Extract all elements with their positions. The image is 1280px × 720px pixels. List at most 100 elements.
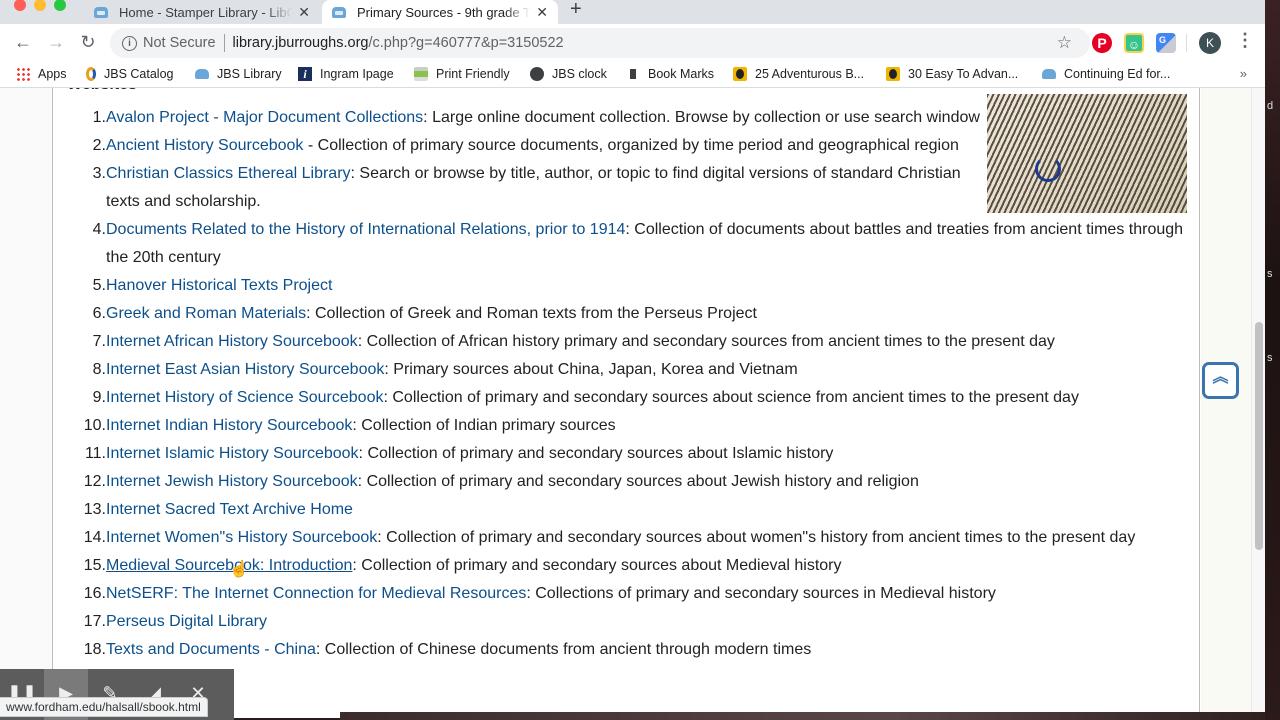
- resource-item: 10. Internet Indian History Sourcebook: C…: [84, 412, 1196, 440]
- tab-title: Home - Stamper Library - LibGuides: [119, 4, 293, 20]
- item-body: Internet East Asian History Sourcebook: …: [106, 356, 798, 384]
- resource-item: 6. Greek and Roman Materials: Collection …: [93, 300, 1196, 328]
- libguides-favicon-icon: [94, 6, 108, 18]
- bookmark-25-adventurous[interactable]: 25 Adventurous B...: [733, 67, 864, 81]
- resource-link[interactable]: Perseus Digital Library: [106, 613, 267, 630]
- item-number: 13.: [83, 501, 106, 518]
- item-number: 10.: [83, 417, 106, 434]
- bookmarks-bar: Apps JBS Catalog JBS Library i Ingram Ip…: [0, 62, 1265, 88]
- item-body: NetSERF: The Internet Connection for Med…: [106, 580, 996, 608]
- item-number: 12.: [83, 473, 106, 490]
- back-arrow-icon[interactable]: ←: [12, 32, 34, 53]
- resource-link[interactable]: Internet Sacred Text Archive Home: [106, 501, 353, 518]
- bookmark-label: JBS Library: [217, 67, 282, 81]
- item-body: Greek and Roman Materials: Collection of…: [106, 300, 757, 328]
- bookmarks-overflow-button[interactable]: »: [1240, 66, 1247, 81]
- bookmark-jbs-catalog[interactable]: JBS Catalog: [86, 67, 173, 81]
- resource-item: 5. Hanover Historical Texts Project: [93, 272, 1196, 300]
- bookmark-jbs-library[interactable]: JBS Library: [195, 67, 282, 81]
- profile-avatar[interactable]: K: [1199, 32, 1221, 54]
- resource-description: : Large online document collection. Brow…: [423, 109, 980, 126]
- google-translate-icon[interactable]: G: [1156, 33, 1176, 53]
- close-window-button[interactable]: [14, 0, 26, 11]
- resource-link[interactable]: Internet Islamic History Sourcebook: [106, 445, 359, 462]
- divider: [1186, 34, 1187, 52]
- pinterest-icon[interactable]: P: [1092, 33, 1112, 53]
- globe-icon: [530, 67, 544, 81]
- resource-link[interactable]: Ancient History Sourcebook: [106, 137, 303, 154]
- bookmark-30-easy[interactable]: 30 Easy To Advan...: [886, 67, 1018, 81]
- item-number: 16.: [83, 585, 106, 602]
- resource-link[interactable]: Greek and Roman Materials: [106, 305, 306, 322]
- bookmark-label: Print Friendly: [436, 67, 510, 81]
- resource-description: : Collections of primary and secondary s…: [526, 585, 996, 602]
- content-panel: Websites 1.Avalon Project - Major Docume…: [52, 88, 1200, 718]
- maximize-window-button[interactable]: [54, 0, 66, 11]
- more-menu-icon[interactable]: ⋮: [1236, 30, 1254, 51]
- bookmark-apps[interactable]: Apps: [16, 67, 67, 81]
- resource-link[interactable]: Avalon Project - Major Document Collecti…: [106, 109, 423, 126]
- bookmark-continuing-ed[interactable]: Continuing Ed for...: [1042, 67, 1170, 81]
- window-controls: [14, 0, 66, 11]
- resource-description: : Collection of African history primary …: [357, 333, 1055, 350]
- bookmark-label: 25 Adventurous B...: [755, 67, 865, 81]
- back-to-top-button[interactable]: ︽: [1202, 362, 1239, 399]
- resource-link[interactable]: Internet History of Science Sourcebook: [106, 389, 383, 406]
- bookmark-label: JBS clock: [552, 67, 607, 81]
- bookmark-print-friendly[interactable]: Print Friendly: [414, 67, 510, 81]
- item-body: Internet History of Science Sourcebook: …: [106, 384, 1079, 412]
- resource-link[interactable]: Documents Related to the History of Inte…: [106, 221, 625, 238]
- forward-arrow-icon[interactable]: →: [45, 32, 67, 53]
- desktop-fragment: s: [1267, 352, 1273, 364]
- info-icon[interactable]: i: [122, 35, 137, 51]
- vertical-scrollbar[interactable]: [1251, 88, 1265, 718]
- resource-link[interactable]: Internet East Asian History Sourcebook: [106, 361, 384, 378]
- item-body: Internet Women"s History Sourcebook: Col…: [106, 524, 1135, 552]
- resource-link[interactable]: Internet African History Sourcebook: [106, 333, 358, 350]
- resource-link[interactable]: Hanover Historical Texts Project: [106, 277, 332, 294]
- bookmark-star-icon[interactable]: ☆: [1057, 33, 1072, 53]
- bookmark-label: 30 Easy To Advan...: [908, 67, 1019, 81]
- bookmark-jbs-clock[interactable]: JBS clock: [530, 67, 607, 81]
- desktop-fragment: s: [1267, 268, 1273, 280]
- tab-primary-sources[interactable]: Primary Sources - 9th grade Texts ✕: [322, 0, 558, 24]
- reload-icon[interactable]: ↻: [77, 32, 99, 53]
- divider: [223, 34, 225, 52]
- resource-link[interactable]: Internet Women"s History Sourcebook: [106, 529, 377, 546]
- bitmoji-icon[interactable]: ☺: [1124, 33, 1144, 53]
- item-body: Internet Sacred Text Archive Home: [106, 496, 353, 524]
- scrollbar-thumb[interactable]: [1255, 322, 1263, 550]
- tab-home-stamper-library[interactable]: Home - Stamper Library - LibGuides ✕: [84, 0, 320, 24]
- browser-toolbar: ← → ↻ i Not Secure library.jburroughs.or…: [0, 24, 1265, 62]
- resource-description: : Collection of primary and secondary so…: [383, 389, 1079, 406]
- bookmark-book-marks[interactable]: Book Marks: [630, 67, 714, 81]
- double-chevron-up-icon: ︽: [1212, 369, 1229, 386]
- close-tab-icon[interactable]: ✕: [298, 4, 310, 21]
- resource-link[interactable]: Internet Jewish History Sourcebook: [106, 473, 358, 490]
- item-body: Texts and Documents - China: Collection …: [106, 636, 811, 664]
- printer-icon: [414, 67, 428, 81]
- cloud-icon: [1042, 69, 1056, 79]
- resource-link[interactable]: NetSERF: The Internet Connection for Med…: [106, 585, 526, 602]
- tab-strip: Home - Stamper Library - LibGuides ✕ Pri…: [0, 0, 1265, 24]
- resource-link[interactable]: Internet Indian History Sourcebook: [106, 417, 352, 434]
- minimize-window-button[interactable]: [34, 0, 46, 11]
- item-number: 8.: [92, 361, 106, 378]
- close-tab-icon[interactable]: ✕: [536, 4, 548, 21]
- page-margin: [0, 88, 52, 718]
- ring-icon: [733, 67, 747, 81]
- address-bar[interactable]: i Not Secure library.jburroughs.org/c.ph…: [110, 28, 1090, 58]
- item-body: Avalon Project - Major Document Collecti…: [106, 104, 980, 132]
- hand-cursor-icon: ☝: [229, 561, 249, 578]
- resource-link[interactable]: Texts and Documents - China: [106, 641, 316, 658]
- item-number: 9.: [92, 389, 106, 406]
- item-number: 2.: [92, 137, 106, 154]
- desktop-fragment: d: [1267, 100, 1274, 112]
- resource-link[interactable]: Christian Classics Ethereal Library: [106, 165, 351, 182]
- item-number: 14.: [83, 529, 106, 546]
- bookmark-ingram-ipage[interactable]: i Ingram Ipage: [298, 67, 394, 81]
- new-tab-button[interactable]: +: [570, 0, 582, 22]
- item-body: Internet Indian History Sourcebook: Coll…: [106, 412, 616, 440]
- resource-item: 7. Internet African History Sourcebook: C…: [93, 328, 1196, 356]
- resource-description: : Collection of primary and secondary so…: [377, 529, 1136, 546]
